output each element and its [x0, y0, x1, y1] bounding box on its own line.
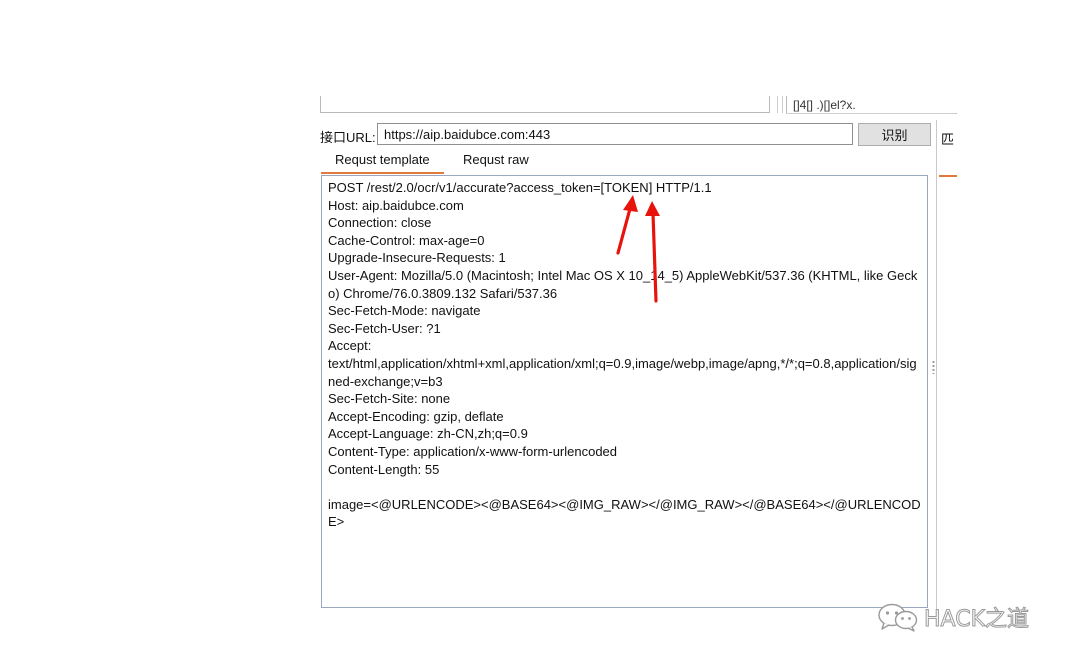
tab-request-raw[interactable]: Requst raw: [463, 152, 529, 172]
url-input[interactable]: [377, 123, 853, 145]
watermark: HACK之道: [876, 600, 1030, 634]
url-label: 接口URL:: [320, 130, 376, 145]
right-panel-tab[interactable]: 匹: [941, 129, 954, 148]
wechat-logo-icon: [878, 603, 918, 632]
app-window: []4[] .)[]el?x. 接口URL: 识别 匹 Requst templ…: [0, 0, 1080, 663]
recognize-button[interactable]: 识别: [858, 123, 931, 146]
upper-text-panel[interactable]: [320, 96, 770, 113]
upper-right-panel-text: []4[] .)[]el?x.: [793, 98, 856, 112]
active-tab-indicator: [321, 172, 444, 174]
right-side-panel: 匹: [936, 120, 957, 610]
upper-right-panel: []4[] .)[]el?x.: [786, 96, 957, 114]
splitter-grip-icon[interactable]: [932, 360, 935, 374]
watermark-text: HACK之道: [924, 607, 1030, 633]
request-template-editor[interactable]: POST /rest/2.0/ocr/v1/accurate?access_to…: [321, 175, 928, 608]
tab-request-template[interactable]: Requst template: [335, 152, 430, 172]
right-panel-tab-underline: [939, 175, 957, 177]
upper-right-divider: [786, 113, 956, 114]
panel-splitter[interactable]: [777, 96, 783, 113]
